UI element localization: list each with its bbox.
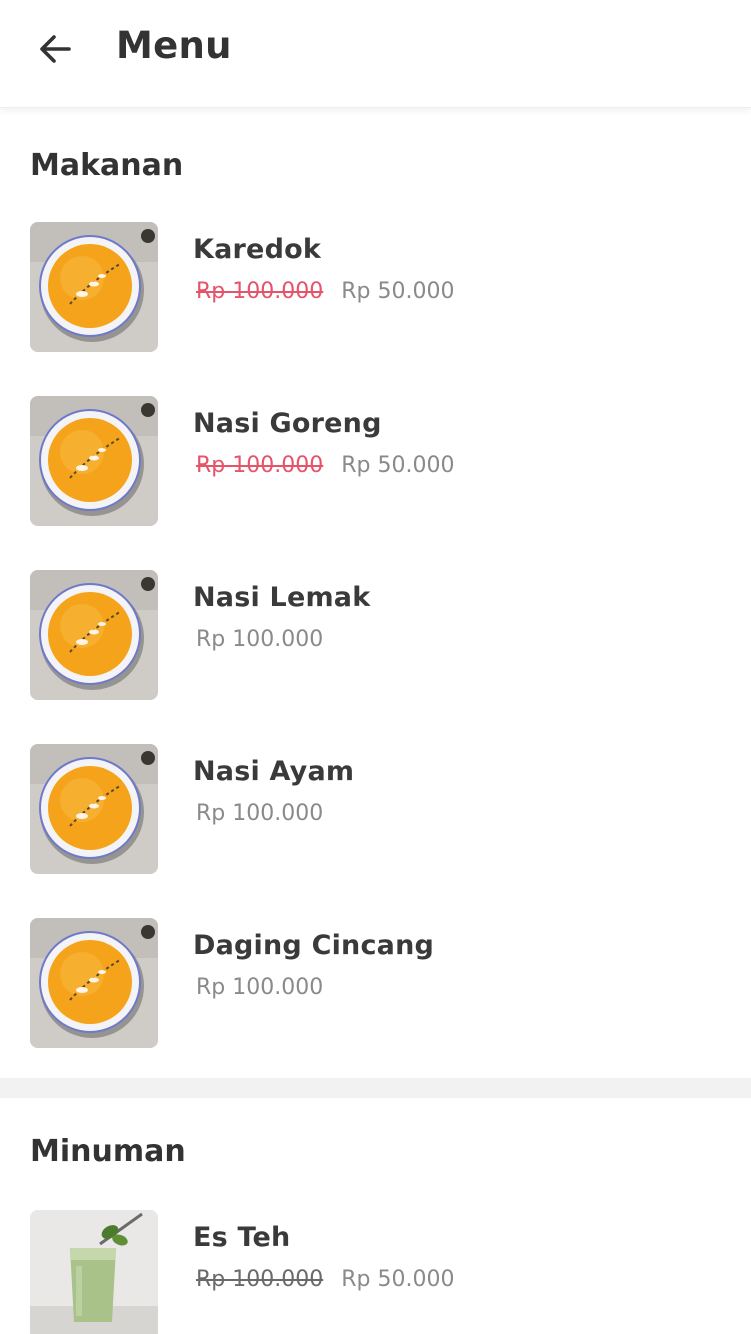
price-row: Rp 100.000 bbox=[196, 627, 323, 652]
menu-item-nasi-lemak[interactable]: Nasi Lemak Rp 100.000 bbox=[0, 570, 751, 702]
original-price: Rp 100.000 bbox=[196, 1267, 324, 1292]
discount-price: Rp 50.000 bbox=[341, 1267, 455, 1292]
price-row: Rp 100.000 bbox=[196, 801, 323, 826]
item-name: Es Teh bbox=[193, 1222, 291, 1253]
item-name: Nasi Ayam bbox=[193, 756, 355, 787]
item-name: Karedok bbox=[193, 234, 322, 265]
item-name: Daging Cincang bbox=[193, 930, 435, 961]
price-row: Rp 100.000 Rp 50.000 bbox=[196, 453, 454, 478]
item-price: Rp 100.000 bbox=[196, 975, 324, 1000]
food-image bbox=[30, 222, 158, 352]
section-title: Makanan bbox=[30, 148, 184, 183]
page-title: Menu bbox=[116, 24, 232, 67]
price-row: Rp 100.000 Rp 50.000 bbox=[196, 279, 454, 304]
item-name: Nasi Goreng bbox=[193, 408, 382, 439]
discount-price: Rp 50.000 bbox=[341, 279, 455, 304]
app-header: Menu bbox=[0, 0, 751, 108]
price-row: Rp 100.000 bbox=[196, 975, 323, 1000]
discount-price: Rp 50.000 bbox=[341, 453, 455, 478]
food-image bbox=[30, 918, 158, 1048]
original-price: Rp 100.000 bbox=[196, 279, 324, 304]
item-price: Rp 100.000 bbox=[196, 801, 324, 826]
menu-page: Menu Makanan Karedok Rp 100.000 Rp 50.00… bbox=[0, 0, 751, 1334]
food-image bbox=[30, 396, 158, 526]
menu-item-nasi-ayam[interactable]: Nasi Ayam Rp 100.000 bbox=[0, 744, 751, 876]
menu-item-es-teh[interactable]: Es Teh Rp 100.000 Rp 50.000 bbox=[0, 1210, 751, 1334]
section-title: Minuman bbox=[30, 1134, 186, 1169]
food-image bbox=[30, 744, 158, 874]
section-divider bbox=[0, 1078, 751, 1098]
section-minuman: Minuman Es Teh Rp 100.000 Rp 50.000 bbox=[0, 1098, 751, 1334]
menu-item-karedok[interactable]: Karedok Rp 100.000 Rp 50.000 bbox=[0, 222, 751, 354]
menu-item-daging-cincang[interactable]: Daging Cincang Rp 100.000 bbox=[0, 918, 751, 1050]
item-name: Nasi Lemak bbox=[193, 582, 371, 613]
item-price: Rp 100.000 bbox=[196, 627, 324, 652]
food-image bbox=[30, 570, 158, 700]
section-makanan: Makanan Karedok Rp 100.000 Rp 50.000 Nas… bbox=[0, 120, 751, 1078]
back-button[interactable] bbox=[32, 28, 78, 74]
drink-image bbox=[30, 1210, 158, 1334]
arrow-left-icon bbox=[35, 29, 75, 73]
price-row: Rp 100.000 Rp 50.000 bbox=[196, 1267, 454, 1292]
menu-item-nasi-goreng[interactable]: Nasi Goreng Rp 100.000 Rp 50.000 bbox=[0, 396, 751, 528]
original-price: Rp 100.000 bbox=[196, 453, 324, 478]
